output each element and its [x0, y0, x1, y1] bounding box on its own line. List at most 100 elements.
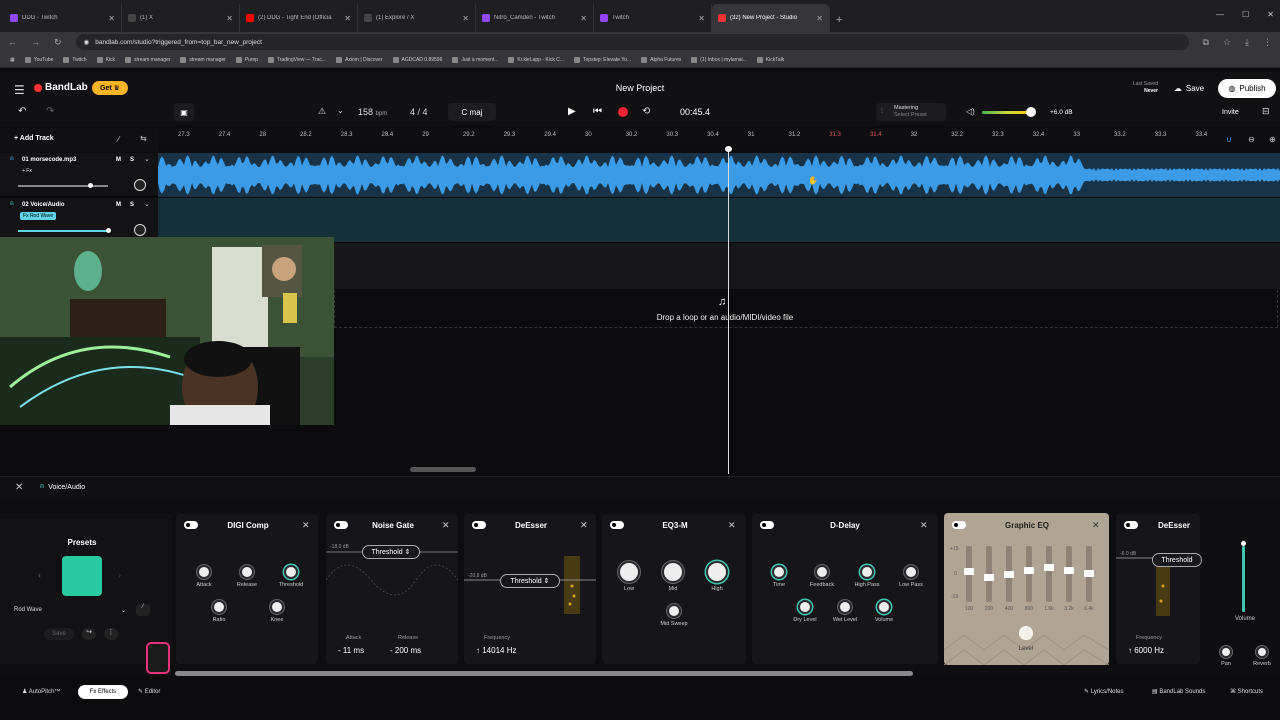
browser-tab[interactable]: (1) X ✕ — [122, 4, 240, 32]
deesser-2-toggle[interactable] — [1124, 521, 1138, 529]
geq-band-handle[interactable] — [1044, 564, 1054, 572]
geq-band-handle[interactable] — [1064, 566, 1074, 574]
track-2-volume-knob[interactable] — [106, 228, 111, 233]
speaker-icon[interactable]: ◁) — [966, 107, 975, 116]
undo-icon[interactable]: ↶ — [18, 106, 26, 117]
track-2-fx-badge[interactable]: Fx Rod Wave — [20, 212, 57, 220]
track-1-solo[interactable]: S — [130, 157, 134, 163]
track-2-lane[interactable] — [158, 198, 1280, 242]
bookmark-item[interactable]: Kick — [96, 56, 115, 63]
redo-icon[interactable]: ↷ — [46, 106, 54, 117]
bandlab-logo[interactable]: BandLab — [34, 82, 88, 93]
deesser-toggle[interactable] — [472, 521, 486, 529]
view-toggle-icon[interactable]: ▣ — [174, 103, 194, 121]
high-pass-knob[interactable] — [860, 565, 874, 579]
bookmark-item[interactable]: Axiom | Discover — [336, 56, 383, 63]
geq-band-handle[interactable] — [984, 573, 994, 581]
threshold-knob[interactable] — [284, 565, 298, 579]
time-signature[interactable]: 4 / 4 — [410, 107, 428, 117]
share-icon[interactable]: ↪ — [82, 628, 96, 640]
preset-tile[interactable] — [62, 556, 102, 596]
geq-band-handle[interactable] — [964, 568, 974, 576]
save-button[interactable]: ☁ Save — [1166, 80, 1212, 97]
track-1-volume-slider[interactable] — [18, 185, 108, 187]
metronome-icon[interactable]: ⚠ — [318, 106, 326, 117]
deesser-freq-value[interactable]: ↑ 14014 Hz — [476, 646, 516, 655]
editor-button[interactable]: ✎ Editor — [138, 688, 160, 695]
tab-close-icon[interactable]: ✕ — [816, 14, 823, 23]
back-icon[interactable]: ← — [8, 37, 17, 47]
bookmark-item[interactable]: KickTalk — [756, 56, 784, 63]
track-1-name[interactable]: 01 morsecode.mp3 — [22, 157, 76, 163]
bookmark-item[interactable]: stream manager — [125, 56, 170, 63]
wand-icon[interactable]: ⁄ — [118, 135, 119, 144]
preset-save-button[interactable]: Save — [44, 628, 74, 640]
forward-icon[interactable]: → — [31, 37, 40, 47]
bookmark-item[interactable]: (1) Inbox | mylamai... — [691, 56, 747, 63]
noise-gate-toggle[interactable] — [334, 521, 348, 529]
high-knob[interactable] — [706, 561, 728, 583]
menu-dots-icon[interactable]: ⋮ — [1263, 37, 1272, 48]
geq-band-slider[interactable] — [1066, 546, 1072, 602]
digi-comp-close-icon[interactable]: ✕ — [302, 520, 310, 531]
window-controls[interactable]: — ☐ ✕ — [1216, 10, 1274, 19]
bookmark-item[interactable]: TradingView — Trac... — [267, 56, 326, 63]
tab-close-icon[interactable]: ✕ — [108, 14, 115, 23]
next-preset-icon[interactable]: › — [118, 570, 121, 580]
timeline-ruler[interactable]: 27.3 27.4 28 28.2 28.3 28.4 29 29.2 29.3 29.4 30 30… — [158, 128, 1280, 142]
autopitch-button[interactable]: ♟ AutoPitch™ — [22, 688, 60, 695]
knee-knob[interactable] — [270, 600, 284, 614]
invite-button[interactable]: Invite — [1222, 109, 1239, 116]
notifications-icon[interactable]: ⊟ — [1262, 106, 1270, 117]
deesser-2-threshold[interactable]: Threshold — [1152, 553, 1202, 567]
deesser-threshold[interactable]: Threshold ⇕ — [500, 574, 560, 588]
bpm-field[interactable]: 158 bpm — [358, 107, 387, 117]
d-delay-toggle[interactable] — [760, 521, 774, 529]
master-volume-knob[interactable] — [1026, 107, 1036, 117]
new-tab-icon[interactable]: + — [836, 14, 842, 26]
playhead-handle[interactable] — [725, 146, 732, 152]
preset-selector[interactable]: Rod Wave ⌄ — [14, 604, 126, 616]
browser-tab[interactable]: Twitch ✕ — [594, 4, 712, 32]
track-1-fx[interactable]: + Fx — [22, 168, 32, 174]
mid-knob[interactable] — [662, 561, 684, 583]
browser-tab[interactable]: (1) Explore / X ✕ — [358, 4, 476, 32]
bookmark-item[interactable]: AGDCAD 0.89596 — [392, 56, 442, 63]
reload-icon[interactable]: ↻ — [54, 37, 62, 48]
track-1-pan-knob[interactable] — [134, 179, 146, 191]
metronome-dropdown-icon[interactable]: ⌄ — [337, 106, 344, 115]
noise-gate-threshold[interactable]: Threshold ⇕ — [362, 545, 420, 559]
track-2-pan-knob[interactable] — [134, 224, 146, 236]
timeline-scrollbar[interactable] — [410, 467, 476, 472]
site-info-icon[interactable]: ◉ — [84, 38, 90, 46]
key-selector[interactable]: C maj — [448, 103, 496, 121]
volume-handle[interactable] — [1241, 541, 1246, 546]
bookmark-item[interactable]: YouTube — [24, 56, 53, 63]
eq3m-toggle[interactable] — [610, 521, 624, 529]
lyrics-button[interactable]: ✎ Lyrics/Notes — [1084, 688, 1124, 695]
browser-tab[interactable]: (32) New Project - Studio ✕ — [712, 4, 830, 32]
gate-attack-value[interactable]: - 11 ms — [338, 646, 364, 655]
track-2-solo[interactable]: S — [130, 202, 134, 208]
get-membership-button[interactable]: Get ♛ — [92, 81, 128, 95]
mid-sweep-knob[interactable] — [667, 604, 681, 618]
fx-scrollbar[interactable] — [175, 671, 913, 676]
bookmark-item[interactable]: Alpha Futures — [641, 56, 681, 63]
time-knob[interactable] — [772, 565, 786, 579]
geq-band-handle[interactable] — [1004, 571, 1014, 578]
track-1-lane[interactable] — [158, 153, 1280, 197]
tab-close-icon[interactable]: ✕ — [344, 14, 351, 23]
more-options-icon[interactable]: ⋮ — [104, 628, 118, 640]
feedback-knob[interactable] — [815, 565, 829, 579]
url-field[interactable]: ◉ bandlab.com/studio?triggered_from=top_b… — [75, 34, 1189, 50]
playhead[interactable] — [728, 146, 729, 474]
bookmark-item[interactable]: Topstep: Elevate Yo... — [574, 56, 631, 63]
tab-close-icon[interactable]: ✕ — [226, 14, 233, 23]
geq-band-handle[interactable] — [1084, 569, 1094, 577]
add-track-button[interactable]: + Add Track — [14, 135, 54, 142]
play-button[interactable]: ▶ — [568, 106, 576, 117]
track-1-mute[interactable]: M — [116, 157, 121, 163]
bookmark-item[interactable]: stream manager — [180, 56, 226, 63]
loop-icon[interactable]: ⟲ — [642, 106, 650, 117]
bookmark-star-icon[interactable]: ☆ — [1223, 37, 1231, 48]
